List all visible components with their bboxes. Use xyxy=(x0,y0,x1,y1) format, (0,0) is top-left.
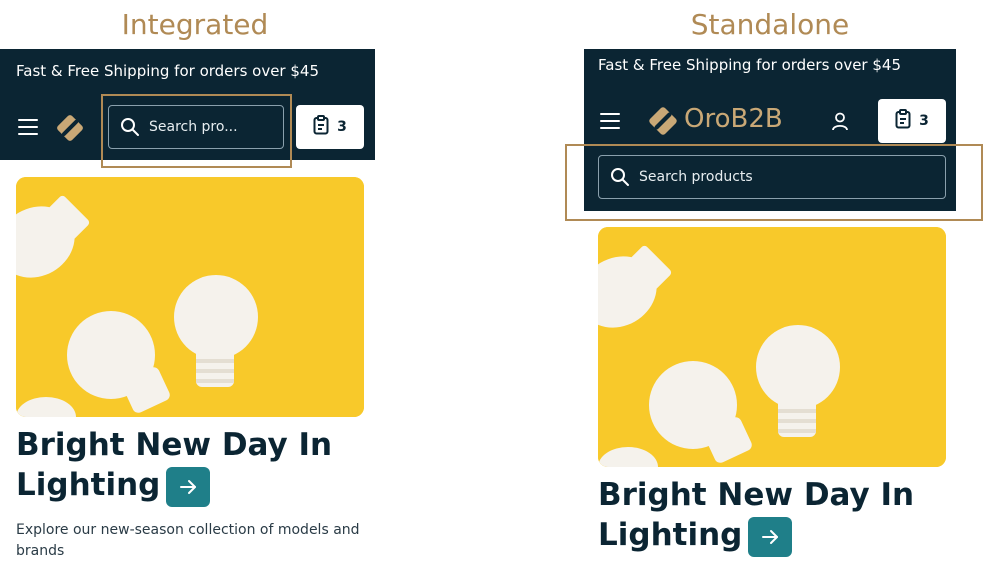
hamburger-icon[interactable] xyxy=(600,113,620,129)
integrated-promo-text: Fast & Free Shipping for orders over $45 xyxy=(16,62,319,80)
standalone-promo-text: Fast & Free Shipping for orders over $45 xyxy=(598,56,901,74)
standalone-hero-title: Bright New Day In Lighting xyxy=(598,475,968,557)
integrated-cart-button[interactable]: 3 xyxy=(296,105,364,149)
hero-title-line2: Lighting xyxy=(598,517,743,553)
caption-integrated: Integrated xyxy=(121,8,269,41)
hero-title-line1: Bright New Day In xyxy=(598,477,915,513)
hero-desc-line2: brands xyxy=(16,543,65,559)
logo-text-b2b: B2B xyxy=(730,104,783,134)
integrated-hero-image[interactable] xyxy=(16,177,364,417)
hero-desc-line1: Explore our new-season collection of mod… xyxy=(16,522,360,538)
integrated-search-highlight xyxy=(101,94,292,168)
logo-icon[interactable] xyxy=(646,104,680,138)
cart-count: 3 xyxy=(919,113,929,129)
standalone-hero-arrow-button[interactable] xyxy=(748,516,793,557)
logo-icon[interactable] xyxy=(54,112,86,144)
cart-count: 3 xyxy=(337,119,347,135)
standalone-cart-button[interactable]: 3 xyxy=(878,99,946,143)
logo-wordmark[interactable]: OroB2B xyxy=(684,104,783,134)
integrated-hero-arrow-button[interactable] xyxy=(166,466,211,507)
logo-text-oro: Oro xyxy=(684,104,731,134)
clipboard-icon xyxy=(895,109,911,133)
hero-title-line1: Bright New Day In xyxy=(16,427,333,463)
clipboard-icon xyxy=(313,115,329,139)
user-icon[interactable] xyxy=(830,111,850,131)
arrow-right-icon xyxy=(180,479,197,494)
hero-title-line2: Lighting xyxy=(16,467,161,503)
arrow-right-icon xyxy=(762,529,779,544)
standalone-hero-image[interactable] xyxy=(598,227,946,467)
integrated-hero-title: Bright New Day In Lighting xyxy=(16,425,376,507)
integrated-hero-description: Explore our new-season collection of mod… xyxy=(16,520,376,562)
hamburger-icon[interactable] xyxy=(18,119,38,135)
standalone-search-highlight xyxy=(565,144,983,221)
caption-standalone: Standalone xyxy=(690,8,850,41)
